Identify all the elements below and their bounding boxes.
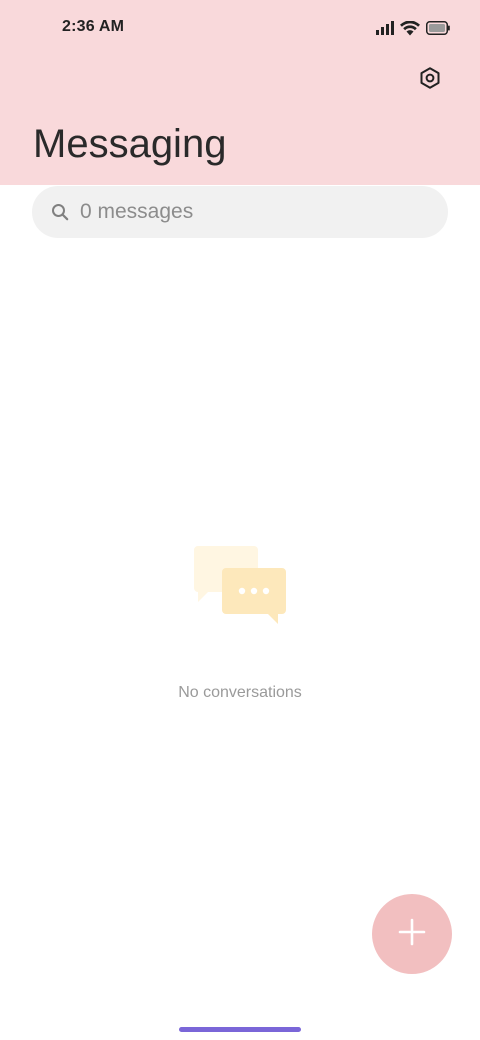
header: 2:36 AM Messaging (0, 0, 480, 185)
status-bar: 2:36 AM (0, 0, 480, 56)
wifi-icon (400, 20, 420, 36)
gear-icon (418, 66, 442, 95)
empty-state-text: No conversations (178, 684, 302, 701)
signal-icon (376, 21, 394, 35)
status-icons (376, 18, 450, 38)
page-title: Messaging (33, 122, 227, 166)
new-conversation-button[interactable] (372, 894, 452, 974)
search-bar[interactable] (32, 186, 448, 238)
status-time: 2:36 AM (62, 18, 125, 35)
battery-icon (426, 21, 450, 35)
search-icon (50, 202, 70, 222)
chat-bubbles-icon (0, 540, 480, 630)
settings-button[interactable] (410, 60, 450, 100)
empty-state: No conversations (0, 540, 480, 702)
home-indicator[interactable] (179, 1027, 301, 1032)
search-input[interactable] (78, 199, 422, 225)
plus-icon (398, 918, 426, 951)
